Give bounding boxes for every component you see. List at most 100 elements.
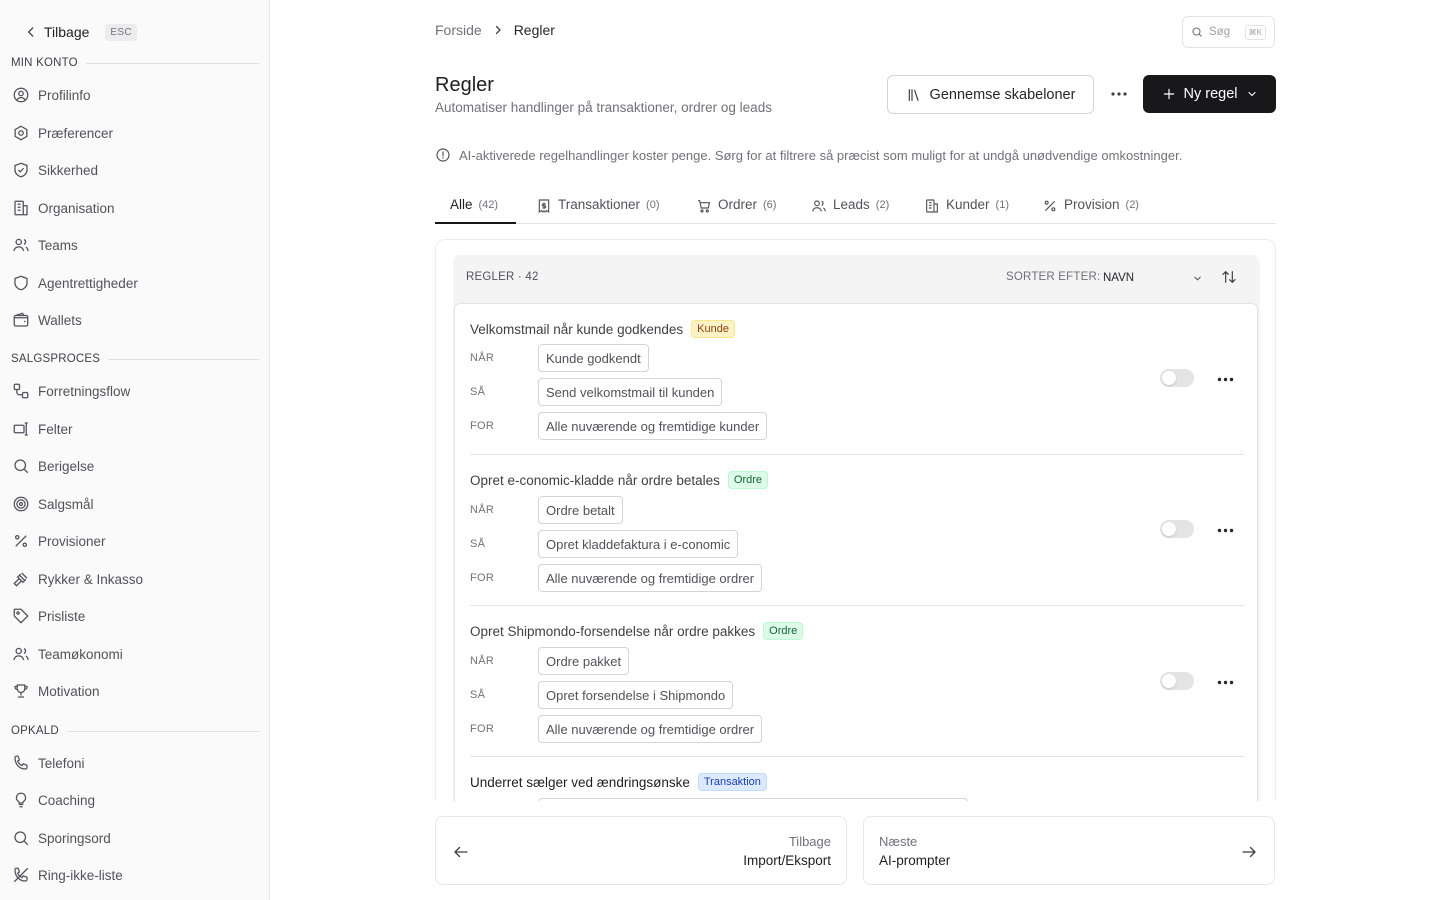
when-label: NÅR — [470, 352, 495, 364]
tab-kunder[interactable]: Kunder (1) — [924, 188, 1009, 224]
when-trigger-chip[interactable]: Ordre betalt — [538, 496, 623, 524]
back-label: Tilbage — [44, 24, 90, 40]
sidebar-item-telefoni[interactable]: Telefoni — [11, 750, 85, 776]
search-input[interactable]: Søg ⌘K — [1182, 16, 1275, 48]
sidebar-item-sporingsord[interactable]: Sporingsord — [11, 825, 111, 851]
section-label-salgsproces: SALGSPROCES — [11, 353, 259, 365]
breadcrumb-home[interactable]: Forside — [435, 22, 482, 38]
when-label: NÅR — [470, 504, 495, 516]
breadcrumb-current: Regler — [513, 22, 555, 38]
rule-row: Underret sælger ved ændringsønske Transa… — [455, 757, 1257, 801]
rules-list-container: REGLER · 42 SORTER EFTER: NAVN Velkomstm… — [453, 255, 1260, 801]
fields-icon — [11, 419, 31, 439]
rule-more-button[interactable] — [1213, 369, 1237, 389]
sidebar-item-sikkerhed[interactable]: Sikkerhed — [11, 157, 98, 183]
wallet-icon — [11, 310, 31, 330]
for-scope-chip[interactable]: Alle nuværende og fremtidige ordrer — [538, 715, 763, 743]
then-action-chip[interactable]: Send velkomstmail til kunden — [538, 378, 723, 406]
next-page-card[interactable]: Næste AI-prompter — [863, 816, 1275, 885]
rule-title[interactable]: Opret e-conomic-kladde når ordre betales… — [470, 471, 769, 489]
previous-page-card[interactable]: Tilbage Import/Eksport — [435, 816, 847, 885]
tab-transaktioner[interactable]: Transaktioner (0) — [536, 188, 660, 224]
sort-label: SORTER EFTER: — [1006, 271, 1101, 283]
sidebar-item-felter[interactable]: Felter — [11, 416, 73, 442]
rule-type-tag: Kunde — [691, 320, 735, 338]
for-scope-chip[interactable]: Alle nuværende og fremtidige ordrer — [538, 564, 763, 592]
back-link[interactable]: Tilbage ESC — [24, 20, 137, 44]
sidebar-item-prisliste[interactable]: Prisliste — [11, 603, 85, 629]
sidebar-item-agentrettigheder[interactable]: Agentrettigheder — [11, 270, 138, 296]
rule-enabled-toggle[interactable] — [1160, 672, 1194, 690]
more-options-button[interactable] — [1104, 82, 1134, 106]
rule-category-tabs: Alle (42) Transaktioner (0) Ordrer (6) Lead… — [435, 188, 1276, 224]
rule-more-button[interactable] — [1213, 672, 1237, 692]
sidebar-item-motivation[interactable]: Motivation — [11, 678, 100, 704]
more-horizontal-icon — [1217, 528, 1234, 533]
sidebar-item-praeferencer[interactable]: Præferencer — [11, 120, 113, 146]
section-label-opkald: OPKALD — [11, 725, 259, 737]
trophy-icon — [11, 681, 31, 701]
sidebar-item-wallets[interactable]: Wallets — [11, 307, 82, 333]
sidebar-item-rykker-inkasso[interactable]: Rykker & Inkasso — [11, 566, 143, 592]
rule-type-tag: Transaktion — [697, 773, 767, 791]
when-trigger-chip[interactable]: Ordre pakket — [538, 647, 630, 675]
sidebar-item-forretningsflow[interactable]: Forretningsflow — [11, 378, 130, 404]
tab-leads[interactable]: Leads (2) — [811, 188, 889, 224]
for-label: FOR — [470, 723, 495, 735]
then-label: SÅ — [470, 386, 486, 398]
chevron-down-icon — [1192, 273, 1203, 284]
sidebar-item-teamokonomi[interactable]: Teamøkonomi — [11, 641, 123, 667]
toggle-knob — [1162, 522, 1176, 536]
sidebar-item-berigelse[interactable]: Berigelse — [11, 453, 94, 479]
rule-more-button[interactable] — [1213, 520, 1237, 540]
then-action-chip[interactable]: Opret forsendelse i Shipmondo — [538, 681, 734, 709]
rule-enabled-toggle[interactable] — [1160, 369, 1194, 387]
more-horizontal-icon — [1217, 377, 1234, 382]
rule-enabled-toggle[interactable] — [1160, 520, 1194, 538]
sidebar-item-organisation[interactable]: Organisation — [11, 195, 115, 221]
sort-select[interactable]: NAVN — [1103, 269, 1203, 287]
rule-title[interactable]: Underret sælger ved ændringsønske Transa… — [470, 773, 767, 791]
tab-ordrer[interactable]: Ordrer (6) — [696, 188, 776, 224]
rule-title[interactable]: Velkomstmail når kunde godkendes Kunde — [470, 320, 735, 338]
when-trigger-chip[interactable] — [538, 798, 968, 801]
sidebar-item-teams[interactable]: Teams — [11, 232, 78, 258]
next-page-title: AI-prompter — [879, 853, 951, 868]
search-icon — [11, 456, 31, 476]
ai-cost-notice: AI-aktiverede regelhandlinger koster pen… — [435, 147, 1182, 163]
users-icon — [11, 235, 31, 255]
sidebar-item-salgsmal[interactable]: Salgsmål — [11, 491, 94, 517]
rules-list-header: REGLER · 42 — [466, 271, 539, 283]
building-icon — [924, 198, 940, 214]
sort-arrows-icon — [1221, 269, 1239, 285]
sidebar-item-coaching[interactable]: Coaching — [11, 787, 95, 813]
rule-type-tag: Ordre — [763, 622, 804, 640]
percent-icon — [11, 531, 31, 551]
sidebar-item-ring-ikke-liste[interactable]: Ring-ikke-liste — [11, 862, 123, 888]
search-icon — [1191, 26, 1203, 38]
search-placeholder: Søg — [1209, 26, 1231, 38]
flow-icon — [11, 381, 31, 401]
rules-card: Velkomstmail når kunde godkendes Kunde N… — [454, 303, 1258, 801]
tab-alle[interactable]: Alle (42) — [435, 188, 516, 224]
for-scope-chip[interactable]: Alle nuværende og fremtidige kunder — [538, 412, 768, 440]
receipt-icon — [536, 198, 552, 214]
user-circle-icon — [11, 85, 31, 105]
toggle-knob — [1162, 371, 1176, 385]
previous-page-title: Import/Eksport — [743, 853, 831, 868]
previous-label: Tilbage — [788, 834, 831, 849]
rule-row: Opret Shipmondo-forsendelse når ordre pa… — [455, 606, 1257, 757]
then-action-chip[interactable]: Opret kladdefaktura i e-conomic — [538, 530, 739, 558]
sidebar-item-provisioner[interactable]: Provisioner — [11, 528, 106, 554]
building-icon — [11, 198, 31, 218]
chevron-left-icon — [24, 25, 38, 39]
new-rule-button[interactable]: Ny regel — [1143, 75, 1276, 113]
rule-title[interactable]: Opret Shipmondo-forsendelse når ordre pa… — [470, 622, 804, 640]
sidebar-item-profilinfo[interactable]: Profilinfo — [11, 82, 91, 108]
when-trigger-chip[interactable]: Kunde godkendt — [538, 344, 649, 372]
chevron-right-icon — [492, 24, 504, 36]
browse-templates-button[interactable]: Gennemse skabeloner — [887, 75, 1094, 114]
percent-icon — [1042, 198, 1058, 214]
tab-provision[interactable]: Provision (2) — [1042, 188, 1139, 224]
sort-direction-button[interactable] — [1221, 269, 1239, 287]
